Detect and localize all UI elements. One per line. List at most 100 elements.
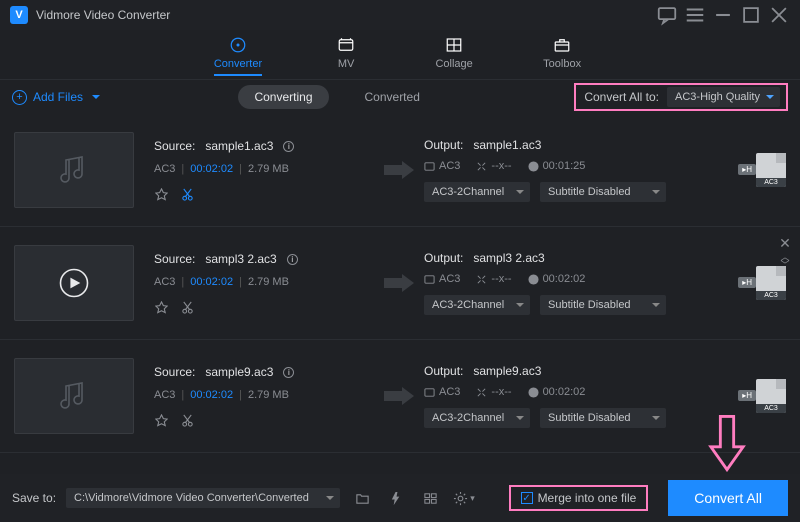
cut-icon[interactable] [180,413,194,427]
info-icon[interactable]: i [287,254,298,265]
remove-item-button[interactable]: ✕ [778,235,792,252]
output-filename: sample9.ac3 [473,364,541,378]
tab-mv-label: MV [338,58,355,70]
toolbox-icon [550,35,574,55]
source-filename: sampl3 2.ac3 [205,252,276,266]
output-label: Output: [424,364,463,378]
hd-badge: ▸H [738,277,756,288]
source-size: 2.79 MB [248,276,289,288]
minimize-button[interactable] [712,4,734,26]
file-thumbnail [14,358,134,434]
checkmark-icon: ✓ [521,492,533,504]
output-codec: AC3 [439,160,460,172]
output-filename: sampl3 2.ac3 [473,251,544,265]
source-size: 2.79 MB [248,389,289,401]
tab-toolbox[interactable]: Toolbox [538,35,586,76]
channel-select[interactable]: AC3-2Channel [424,295,530,315]
source-label: Source: [154,139,195,153]
file-thumbnail [14,132,134,208]
source-label: Source: [154,252,195,266]
hd-badge: ▸H [738,390,756,401]
edit-star-icon[interactable] [154,413,168,427]
subtitle-select[interactable]: Subtitle Disabled [540,295,666,315]
convert-all-to-label: Convert All to: [584,90,659,104]
tab-converter[interactable]: Converter [214,35,262,76]
output-codec: AC3 [439,273,460,285]
app-logo: V [10,6,28,24]
output-filename: sample1.ac3 [473,138,541,152]
bottom-bar: Save to: C:\Vidmore\Vidmore Video Conver… [0,474,800,522]
output-resolution: --x-- [491,273,511,285]
subtitle-select[interactable]: Subtitle Disabled [540,182,666,202]
collage-icon [442,35,466,55]
source-duration: 00:02:02 [190,163,233,175]
gpu-acceleration-button[interactable] [384,486,408,510]
output-format-button[interactable]: AC3 [756,153,786,187]
tab-collage-label: Collage [435,58,472,70]
top-nav: Converter MV Collage Toolbox [0,30,800,80]
source-duration: 00:02:02 [190,389,233,401]
info-icon[interactable]: i [283,367,294,378]
source-label: Source: [154,365,195,379]
add-files-button[interactable]: + Add Files [12,90,100,105]
arrow-icon [380,272,418,294]
tab-converted[interactable]: Converted [349,85,436,109]
tab-converter-label: Converter [214,58,262,70]
source-codec: AC3 [154,276,175,288]
arrow-icon [380,159,418,181]
source-filename: sample9.ac3 [205,365,273,379]
convert-all-to: Convert All to: AC3-High Quality [574,83,788,111]
tab-collage[interactable]: Collage [430,35,478,76]
subtitle-select[interactable]: Subtitle Disabled [540,408,666,428]
output-format-button[interactable]: AC3 [756,266,786,300]
tab-toolbox-label: Toolbox [543,58,581,70]
cut-icon[interactable] [180,300,194,314]
reorder-buttons[interactable]: ︿﹀ [778,253,792,269]
high-speed-toggle[interactable] [418,486,442,510]
play-button[interactable] [14,245,134,321]
save-path-select[interactable]: C:\Vidmore\Vidmore Video Converter\Conve… [66,488,340,508]
converter-icon [226,35,250,55]
annotation-arrow [708,413,746,476]
status-tabs: Converting Converted [238,85,435,109]
chevron-down-icon [92,95,100,99]
output-label: Output: [424,138,463,152]
hd-badge: ▸H [738,164,756,175]
source-codec: AC3 [154,389,175,401]
close-button[interactable] [768,4,790,26]
tab-mv[interactable]: MV [322,35,370,76]
file-row[interactable]: Source: sampl3 2.ac3 i AC3|00:02:02|2.79… [0,227,800,340]
merge-checkbox[interactable]: ✓ Merge into one file [509,485,649,511]
open-folder-button[interactable] [350,486,374,510]
source-filename: sample1.ac3 [205,139,273,153]
edit-star-icon[interactable] [154,300,168,314]
source-size: 2.79 MB [248,163,289,175]
tab-converting[interactable]: Converting [238,85,328,109]
cut-icon[interactable] [180,187,194,201]
file-row[interactable]: Source: sample9.ac3 i AC3|00:02:02|2.79 … [0,340,800,453]
plus-icon: + [12,90,27,105]
feedback-icon[interactable] [656,4,678,26]
merge-label: Merge into one file [538,491,637,505]
toolbar: + Add Files Converting Converted Convert… [0,80,800,114]
channel-select[interactable]: AC3-2Channel [424,408,530,428]
file-row[interactable]: Source: sample1.ac3 i AC3|00:02:02|2.79 … [0,114,800,227]
settings-button[interactable]: ▾ [452,486,476,510]
source-duration: 00:02:02 [190,276,233,288]
convert-all-format-select[interactable]: AC3-High Quality [667,87,780,107]
convert-all-button[interactable]: Convert All [668,480,788,516]
output-codec: AC3 [439,386,460,398]
info-icon[interactable]: i [283,141,294,152]
output-format-button[interactable]: AC3 [756,379,786,413]
output-duration: 00:01:25 [543,160,586,172]
channel-select[interactable]: AC3-2Channel [424,182,530,202]
source-codec: AC3 [154,163,175,175]
add-files-label: Add Files [33,90,83,104]
output-label: Output: [424,251,463,265]
maximize-button[interactable] [740,4,762,26]
arrow-icon [380,385,418,407]
menu-icon[interactable] [684,4,706,26]
output-resolution: --x-- [491,160,511,172]
output-duration: 00:02:02 [543,273,586,285]
edit-star-icon[interactable] [154,187,168,201]
